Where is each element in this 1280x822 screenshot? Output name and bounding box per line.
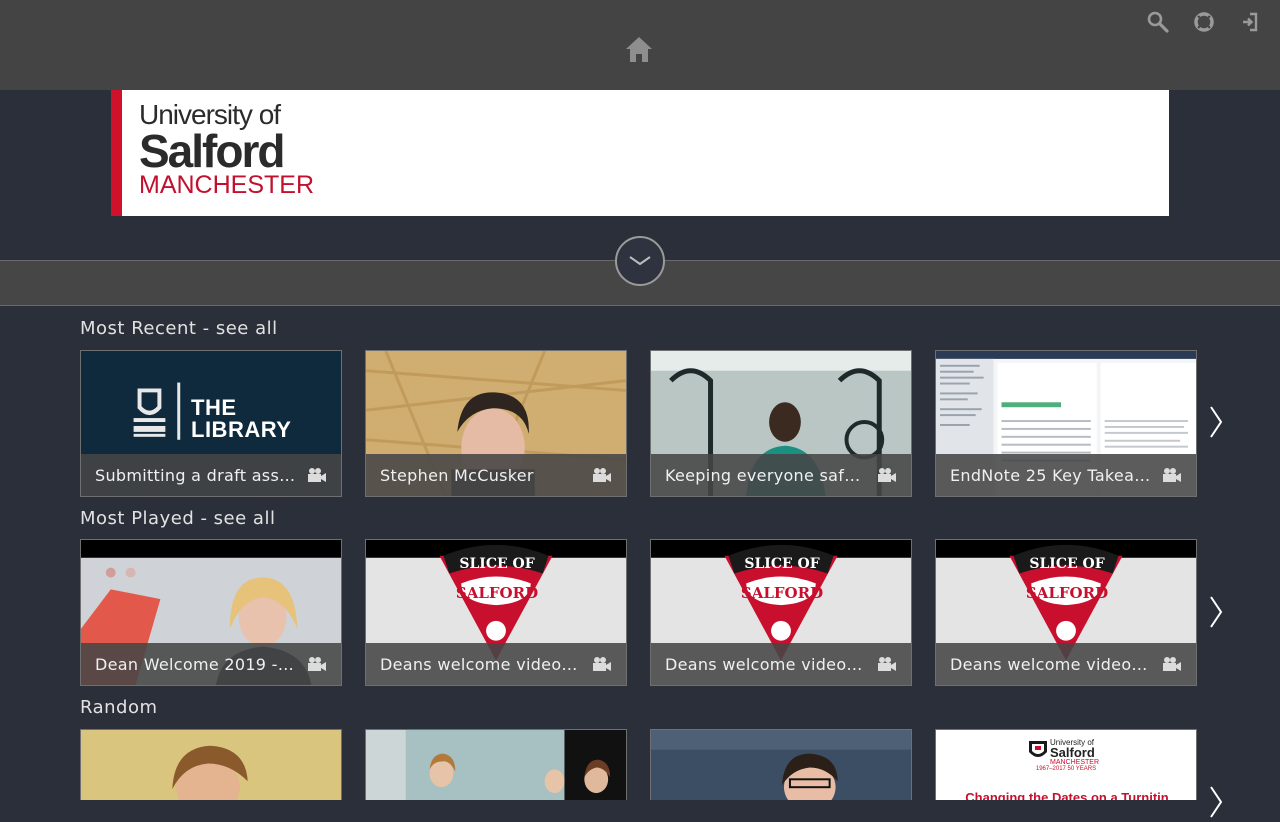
university-crest-icon xyxy=(1029,741,1047,757)
video-caption: Deans welcome video - Slice of Salford xyxy=(651,643,911,685)
thumbnail-slice-text-bottom: SALFORD xyxy=(1025,584,1109,602)
video-camera-icon xyxy=(593,468,611,482)
video-caption: Submitting a draft assessment to Turniti… xyxy=(81,454,341,496)
thumbnail-slice-text-bottom: SALFORD xyxy=(455,584,539,602)
thumbnail-random-man xyxy=(651,730,911,800)
video-title: Deans welcome video - Slice of Salford xyxy=(380,654,582,674)
video-caption: Deans welcome video - Slice of Salford xyxy=(366,643,626,685)
search-button[interactable] xyxy=(1146,10,1170,34)
video-card[interactable]: EndNote 25 Key Takeaways xyxy=(935,350,1197,497)
logo-line-manchester: MANCHESTER xyxy=(139,171,315,199)
top-actions xyxy=(1146,10,1262,34)
video-card[interactable]: Keeping everyone safe on campus xyxy=(650,350,912,497)
home-icon xyxy=(626,37,652,62)
video-camera-icon xyxy=(308,657,326,671)
video-camera-icon xyxy=(878,657,896,671)
video-title: Dean Welcome 2019 - School xyxy=(95,654,297,674)
login-icon xyxy=(1243,12,1258,32)
thumbnail-logo-line2: Salford xyxy=(1050,745,1095,760)
video-caption: EndNote 25 Key Takeaways xyxy=(936,454,1196,496)
chevron-right-icon xyxy=(1210,406,1223,438)
video-card[interactable]: Dean Welcome 2019 - School xyxy=(80,539,342,686)
thumbnail-random-person xyxy=(81,730,341,800)
section-title-random: Random xyxy=(80,697,158,718)
section-title-most-recent[interactable]: Most Recent - see all xyxy=(80,318,278,339)
video-card[interactable]: University of Salford MANCHESTER 1967–20… xyxy=(935,729,1197,800)
thumbnail-random-group xyxy=(366,730,626,800)
help-lifebuoy-icon xyxy=(1194,12,1214,32)
search-icon xyxy=(1147,11,1169,33)
video-camera-icon xyxy=(593,657,611,671)
carousel-next-random[interactable] xyxy=(1207,782,1225,822)
home-button[interactable] xyxy=(622,32,656,66)
carousel-next-most-recent[interactable] xyxy=(1207,402,1225,442)
chevron-right-icon xyxy=(1210,786,1223,818)
video-card[interactable] xyxy=(365,729,627,800)
video-card[interactable]: Stephen McCusker xyxy=(365,350,627,497)
video-camera-icon xyxy=(878,468,896,482)
thumbnail-slice-text-top: SLICE OF xyxy=(1029,556,1105,572)
video-card[interactable] xyxy=(650,729,912,800)
thumbnail-library-text: THE LIBRARY xyxy=(191,395,292,442)
video-camera-icon xyxy=(1163,468,1181,482)
thumbnail-slice-text-top: SLICE OF xyxy=(459,556,535,572)
video-caption: Dean Welcome 2019 - School xyxy=(81,643,341,685)
help-button[interactable] xyxy=(1192,10,1216,34)
thumbnail-anniversary-text: 1967–2017 50 YEARS xyxy=(1035,766,1097,772)
video-title: EndNote 25 Key Takeaways xyxy=(950,465,1152,485)
carousel-next-most-played[interactable] xyxy=(1207,592,1225,632)
collapse-button[interactable] xyxy=(615,236,665,286)
university-logo: University of Salford MANCHESTER xyxy=(139,100,315,199)
video-camera-icon xyxy=(1163,657,1181,671)
video-card[interactable]: SLICE OF SALFORD Deans welcome video - S… xyxy=(650,539,912,686)
video-caption: Stephen McCusker xyxy=(366,454,626,496)
logo-line-salford: Salford xyxy=(139,125,285,177)
thumbnail-heading-text: Changing the Dates on a Turnitin xyxy=(965,790,1169,800)
video-caption: Keeping everyone safe on campus xyxy=(651,454,911,496)
video-title: Submitting a draft assessment to Turniti… xyxy=(95,465,297,485)
video-title: Deans welcome video - Slice of Salford xyxy=(950,654,1152,674)
video-card[interactable]: SLICE OF SALFORD Deans welcome video - S… xyxy=(365,539,627,686)
chevron-right-icon xyxy=(1210,596,1223,628)
video-card[interactable] xyxy=(80,729,342,800)
video-title: Keeping everyone safe on campus xyxy=(665,465,867,485)
video-camera-icon xyxy=(308,468,326,482)
video-card[interactable]: SLICE OF SALFORD Deans welcome video - S… xyxy=(935,539,1197,686)
chevron-down-icon xyxy=(629,256,651,266)
thumbnail-slice-text-top: SLICE OF xyxy=(744,556,820,572)
video-title: Deans welcome video - Slice of Salford xyxy=(665,654,867,674)
thumbnail-slice-text-bottom: SALFORD xyxy=(740,584,824,602)
top-bar xyxy=(0,0,1280,90)
video-card[interactable]: THE LIBRARY Submitting a draft assessmen… xyxy=(80,350,342,497)
video-title: Stephen McCusker xyxy=(380,465,534,485)
university-banner: University of Salford MANCHESTER xyxy=(111,90,1169,216)
login-button[interactable] xyxy=(1238,10,1262,34)
section-title-most-played[interactable]: Most Played - see all xyxy=(80,508,275,529)
video-caption: Deans welcome video - Slice of Salford xyxy=(936,643,1196,685)
